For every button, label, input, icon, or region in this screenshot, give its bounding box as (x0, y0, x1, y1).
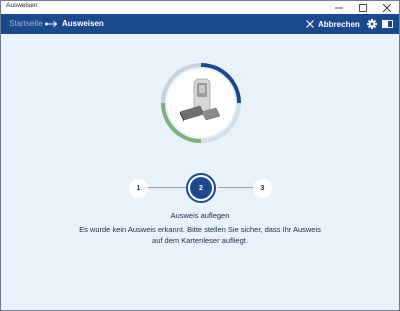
main-content: 1 2 3 Ausweis auflegen Es wurde kein Aus… (1, 34, 399, 310)
status-message: Es wurde kein Ausweis erkannt. Bitte ste… (1, 224, 399, 246)
breadcrumb-home[interactable]: Startseite (9, 19, 43, 28)
status-title: Ausweis auflegen (170, 211, 230, 220)
maximize-button[interactable] (351, 1, 375, 14)
arrow-right-icon (45, 21, 58, 27)
maximize-icon (359, 3, 367, 12)
step-2-label: 2 (190, 177, 212, 199)
minimize-icon (335, 7, 343, 8)
window-controls (327, 1, 399, 14)
breadcrumb-current: Ausweisen (62, 19, 104, 28)
status-message-line2: auf dem Kartenleser aufliegt. (152, 236, 248, 245)
close-window-button[interactable] (375, 1, 399, 14)
card-reader-icon (161, 63, 241, 143)
minimize-button[interactable] (327, 1, 351, 14)
header-bar: Startseite Ausweisen Abbrechen (1, 14, 399, 34)
step-3: 3 (253, 179, 272, 198)
step-connector (218, 187, 256, 189)
close-icon (306, 20, 314, 28)
gear-icon[interactable] (367, 19, 377, 29)
progress-steps: 1 2 3 (121, 173, 281, 203)
cancel-button[interactable]: Abbrechen (306, 18, 360, 30)
status-message-line1: Es wurde kein Ausweis erkannt. Bitte ste… (79, 225, 321, 234)
manual-icon[interactable] (382, 20, 393, 28)
step-1: 1 (129, 179, 148, 198)
close-icon (383, 3, 391, 12)
step-connector (148, 187, 186, 189)
title-bar: Ausweisen (1, 1, 399, 14)
window-title: Ausweisen (6, 2, 38, 9)
cancel-label: Abbrechen (318, 19, 360, 29)
app-window: Ausweisen Startseite Ausweisen Abbrechen… (0, 0, 400, 311)
step-2-active: 2 (186, 173, 216, 203)
